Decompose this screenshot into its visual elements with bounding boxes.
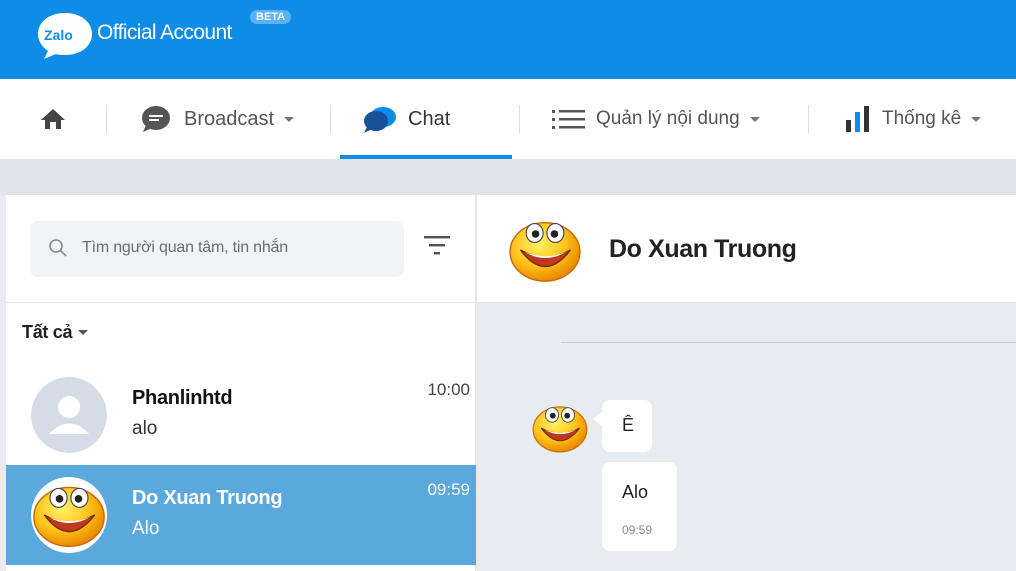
search-input[interactable]: Tìm người quan tâm, tin nhắn [30, 221, 404, 277]
smiley-avatar-icon [31, 477, 107, 553]
list-icon [552, 110, 585, 129]
nav-broadcast[interactable]: Broadcast [140, 79, 295, 159]
nav-chat[interactable]: Chat [362, 79, 450, 159]
nav-divider [106, 105, 107, 133]
conversation-name: Phanlinhtd [132, 387, 233, 409]
conversation-panel: Tìm người quan tâm, tin nhắn Tất cả Phan… [6, 195, 476, 571]
nav-home[interactable] [40, 79, 66, 159]
conversation-filter-dropdown[interactable]: Tất cả [22, 322, 89, 343]
message-bubble[interactable]: Ê [602, 400, 652, 452]
message-time: 09:59 [622, 523, 653, 537]
smiley-avatar-icon[interactable] [531, 401, 589, 455]
message-bubble[interactable]: Alo 09:59 [602, 462, 677, 551]
conversation-item-active[interactable]: Do Xuan Truong Alo 09:59 [6, 465, 476, 565]
chat-bubbles-icon [364, 107, 396, 133]
conversation-time: 10:00 [427, 380, 470, 399]
conversation-item[interactable]: Phanlinhtd alo 10:00 [6, 365, 476, 465]
nav-divider [330, 105, 331, 133]
default-avatar-icon [31, 377, 107, 453]
conversation-time: 09:59 [427, 480, 470, 499]
svg-text:Zalo: Zalo [44, 27, 73, 43]
brand-title: Official Account [97, 21, 232, 44]
main-nav: Broadcast Chat Quản lý nội dung Thống kê [0, 79, 1016, 159]
nav-divider [519, 105, 520, 133]
conversation-last-message: alo [132, 418, 158, 439]
filter-label: Tất cả [22, 322, 73, 342]
nav-statistics-label: Thống kê [882, 108, 962, 129]
chat-contact-name[interactable]: Do Xuan Truong [609, 235, 797, 264]
home-icon [41, 109, 65, 129]
chevron-down-icon [971, 116, 982, 122]
conversation-name: Do Xuan Truong [132, 487, 283, 509]
filter-icon[interactable] [424, 235, 450, 255]
conversation-last-message: Alo [132, 518, 160, 539]
nav-broadcast-label: Broadcast [184, 107, 275, 130]
beta-badge: BETA [250, 10, 292, 24]
nav-statistics[interactable]: Thống kê [846, 79, 982, 159]
speech-bubble-icon [142, 106, 170, 132]
top-header: Zalo Official Account BETA [0, 0, 1016, 79]
nav-content-label: Quản lý nội dung [596, 108, 740, 129]
chevron-down-icon [284, 116, 295, 122]
search-placeholder: Tìm người quan tâm, tin nhắn [82, 239, 288, 256]
chevron-down-icon [749, 116, 760, 122]
date-divider [561, 342, 1016, 343]
message-list: Ê Alo 09:59 [477, 303, 1016, 571]
nav-content-management[interactable]: Quản lý nội dung [552, 79, 760, 159]
avatar [31, 477, 107, 553]
message-text: Alo [622, 482, 649, 502]
nav-divider [808, 105, 809, 133]
search-icon [49, 239, 67, 257]
nav-chat-label: Chat [408, 107, 451, 130]
zalo-logo[interactable]: Zalo [36, 11, 94, 61]
toolbar-strip [0, 159, 1016, 195]
bar-chart-icon [846, 106, 869, 132]
chevron-down-icon [78, 330, 89, 335]
divider [6, 302, 476, 303]
message-text: Ê [622, 415, 635, 435]
smiley-avatar-icon[interactable] [507, 217, 583, 283]
chat-header: Do Xuan Truong [477, 195, 1016, 303]
